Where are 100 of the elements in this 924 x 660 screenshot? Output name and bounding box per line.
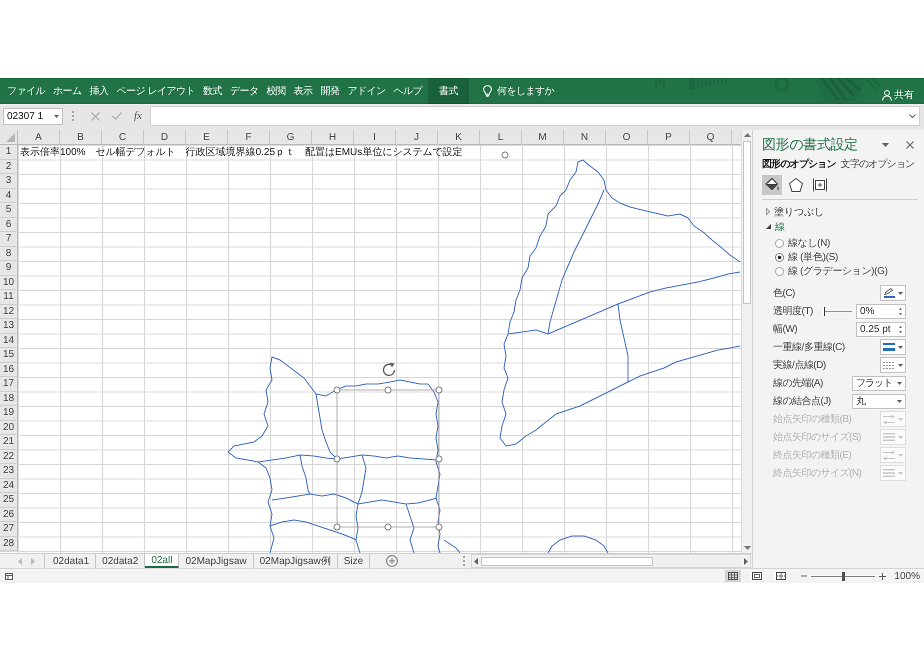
icon-dropdown[interactable] bbox=[880, 339, 906, 355]
scroll-thumb[interactable] bbox=[481, 556, 653, 566]
column-header[interactable]: K bbox=[438, 130, 480, 145]
name-box[interactable]: 02307 1 bbox=[3, 108, 63, 124]
column-header[interactable]: J bbox=[396, 130, 438, 145]
row-header[interactable]: 26 bbox=[0, 508, 18, 522]
radio-label[interactable]: 線なし(N) bbox=[788, 236, 830, 250]
ribbon-tab[interactable]: 校閲 bbox=[262, 78, 290, 104]
row-header[interactable]: 24 bbox=[0, 478, 18, 493]
lightbulb-icon[interactable] bbox=[482, 85, 492, 97]
row-header[interactable]: 22 bbox=[0, 450, 18, 464]
column-header[interactable]: F bbox=[228, 130, 270, 145]
checkmark-icon[interactable] bbox=[112, 112, 122, 120]
color-picker-button[interactable] bbox=[880, 285, 906, 301]
ribbon-tab[interactable]: 開発 bbox=[316, 78, 344, 104]
formula-field[interactable] bbox=[150, 106, 920, 126]
row-header[interactable]: 14 bbox=[0, 334, 18, 348]
cross-icon[interactable] bbox=[91, 112, 100, 120]
zoom-percentage[interactable]: 100% bbox=[894, 570, 920, 582]
caret-down-icon[interactable] bbox=[882, 143, 889, 147]
slider-thumb[interactable] bbox=[842, 572, 845, 580]
row-header[interactable]: 25 bbox=[0, 493, 18, 508]
paint-bucket-icon[interactable] bbox=[762, 175, 782, 195]
column-header[interactable]: B bbox=[60, 130, 102, 145]
ribbon-tab[interactable]: 表示 bbox=[289, 78, 316, 104]
section-header[interactable]: 塗りつぶし bbox=[774, 204, 824, 218]
row-header[interactable]: 1 bbox=[0, 145, 18, 160]
vertical-scrollbar[interactable] bbox=[741, 130, 752, 553]
horizontal-scrollbar[interactable] bbox=[471, 554, 751, 568]
ribbon-tab[interactable]: アドイン bbox=[343, 78, 390, 104]
triangle-up-icon[interactable] bbox=[744, 133, 750, 137]
insert-function-button[interactable]: fx bbox=[132, 110, 144, 122]
column-header[interactable]: D bbox=[144, 130, 186, 145]
column-header[interactable]: C bbox=[102, 130, 144, 145]
triangle-down-icon[interactable] bbox=[744, 546, 750, 550]
row-header[interactable]: 10 bbox=[0, 276, 18, 290]
resize-handle[interactable] bbox=[436, 524, 442, 530]
column-header[interactable]: A bbox=[18, 130, 60, 145]
row-header[interactable]: 5 bbox=[0, 203, 18, 218]
search-field[interactable]: 何をしますか bbox=[496, 84, 561, 98]
row-header[interactable]: 19 bbox=[0, 406, 18, 420]
collapsed-triangle-icon[interactable] bbox=[766, 208, 770, 215]
radio-button[interactable] bbox=[775, 266, 784, 276]
resize-handle[interactable] bbox=[384, 524, 392, 530]
row-header[interactable]: 17 bbox=[0, 377, 18, 392]
section-header[interactable]: 線 bbox=[775, 220, 785, 234]
ribbon-tab[interactable]: 挿入 bbox=[86, 78, 112, 104]
chevron-down-icon[interactable] bbox=[909, 114, 916, 118]
row-header[interactable]: 9 bbox=[0, 261, 18, 276]
page-break-icon[interactable] bbox=[776, 572, 786, 580]
minus-icon[interactable] bbox=[801, 575, 808, 577]
ribbon-tab[interactable]: 書式 bbox=[428, 78, 469, 104]
ribbon-tab[interactable]: データ bbox=[226, 78, 262, 104]
resize-handle[interactable] bbox=[334, 386, 340, 394]
spin-field[interactable]: 0% bbox=[856, 304, 906, 318]
column-header[interactable]: G bbox=[270, 130, 312, 145]
rotate-handle-icon[interactable] bbox=[382, 362, 396, 376]
spin-field[interactable]: 0.25 pt bbox=[856, 322, 906, 336]
column-header[interactable]: L bbox=[480, 130, 522, 145]
row-header[interactable]: 2 bbox=[0, 160, 18, 174]
ribbon-tab[interactable]: ヘルプ bbox=[389, 78, 426, 104]
resize-handle[interactable] bbox=[334, 524, 340, 530]
column-header[interactable]: N bbox=[564, 130, 606, 145]
row-header[interactable]: 18 bbox=[0, 392, 18, 406]
column-header[interactable]: E bbox=[186, 130, 228, 145]
pentagon-icon[interactable] bbox=[789, 178, 803, 192]
row-header[interactable]: 16 bbox=[0, 362, 18, 377]
row-header[interactable]: 15 bbox=[0, 348, 18, 362]
plus-circle-icon[interactable] bbox=[386, 555, 398, 567]
plus-box-icon[interactable] bbox=[813, 178, 827, 192]
ribbon-tab[interactable]: ホーム bbox=[49, 78, 86, 104]
column-header[interactable]: I bbox=[354, 130, 396, 145]
row-header[interactable]: 13 bbox=[0, 319, 18, 334]
row-header[interactable]: 11 bbox=[0, 290, 18, 304]
column-header[interactable]: O bbox=[606, 130, 648, 145]
close-icon[interactable] bbox=[906, 141, 914, 149]
radio-label[interactable]: 線 (グラデーション)(G) bbox=[788, 264, 888, 278]
row-header[interactable]: 7 bbox=[0, 232, 18, 246]
resize-handle[interactable] bbox=[384, 386, 392, 394]
row-header[interactable]: 8 bbox=[0, 246, 18, 261]
ribbon-tab[interactable]: ページ レイアウト bbox=[112, 78, 199, 104]
sheet-tab[interactable]: 02all bbox=[145, 554, 180, 568]
dropdown[interactable]: フラット bbox=[852, 376, 906, 390]
plus-icon[interactable] bbox=[879, 572, 886, 580]
icon-dropdown[interactable] bbox=[880, 357, 906, 373]
layout-icon[interactable] bbox=[5, 572, 13, 580]
row-header[interactable]: 3 bbox=[0, 174, 18, 188]
row-header[interactable]: 23 bbox=[0, 464, 18, 478]
scroll-thumb[interactable] bbox=[743, 141, 751, 304]
row-header[interactable]: 12 bbox=[0, 304, 18, 319]
share-button[interactable]: 共有 bbox=[882, 88, 914, 102]
triangle-left-icon[interactable] bbox=[474, 558, 478, 564]
row-header[interactable]: 28 bbox=[0, 536, 18, 551]
dropdown[interactable]: 丸 bbox=[852, 394, 906, 408]
row-header[interactable]: 20 bbox=[0, 420, 18, 435]
resize-handle[interactable] bbox=[436, 386, 442, 394]
column-header[interactable]: H bbox=[312, 130, 354, 145]
expanded-triangle-icon[interactable] bbox=[766, 224, 771, 229]
shape-handle[interactable] bbox=[502, 152, 508, 158]
radio-label[interactable]: 線 (単色)(S) bbox=[788, 250, 838, 264]
